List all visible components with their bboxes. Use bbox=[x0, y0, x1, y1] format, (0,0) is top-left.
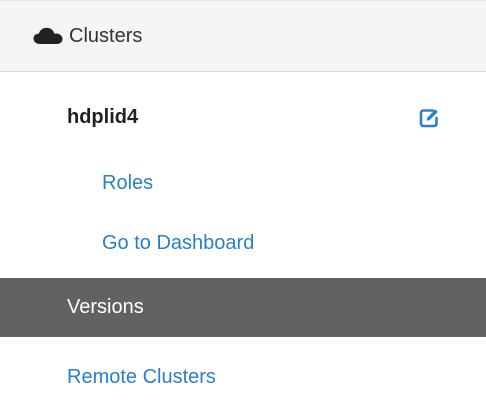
remote-clusters-nav-item[interactable]: Remote Clusters bbox=[0, 348, 486, 406]
clusters-title: Clusters bbox=[69, 24, 143, 47]
cluster-name: hdplid4 bbox=[67, 105, 139, 128]
edit-icon[interactable] bbox=[417, 106, 441, 130]
clusters-panel: Clusters hdplid4 Roles Go to Dashboard V… bbox=[0, 0, 486, 417]
remote-clusters-link[interactable]: Remote Clusters bbox=[67, 366, 216, 389]
cloud-icon bbox=[33, 27, 63, 44]
versions-label: Versions bbox=[67, 296, 144, 318]
cluster-item: hdplid4 bbox=[0, 88, 486, 146]
versions-nav-item[interactable]: Versions bbox=[0, 278, 486, 337]
go-to-dashboard-link[interactable]: Go to Dashboard bbox=[102, 232, 254, 255]
roles-link[interactable]: Roles bbox=[102, 172, 153, 195]
dashboard-link-row[interactable]: Go to Dashboard bbox=[0, 214, 486, 272]
clusters-header: Clusters bbox=[0, 0, 486, 72]
roles-link-row[interactable]: Roles bbox=[0, 154, 486, 212]
